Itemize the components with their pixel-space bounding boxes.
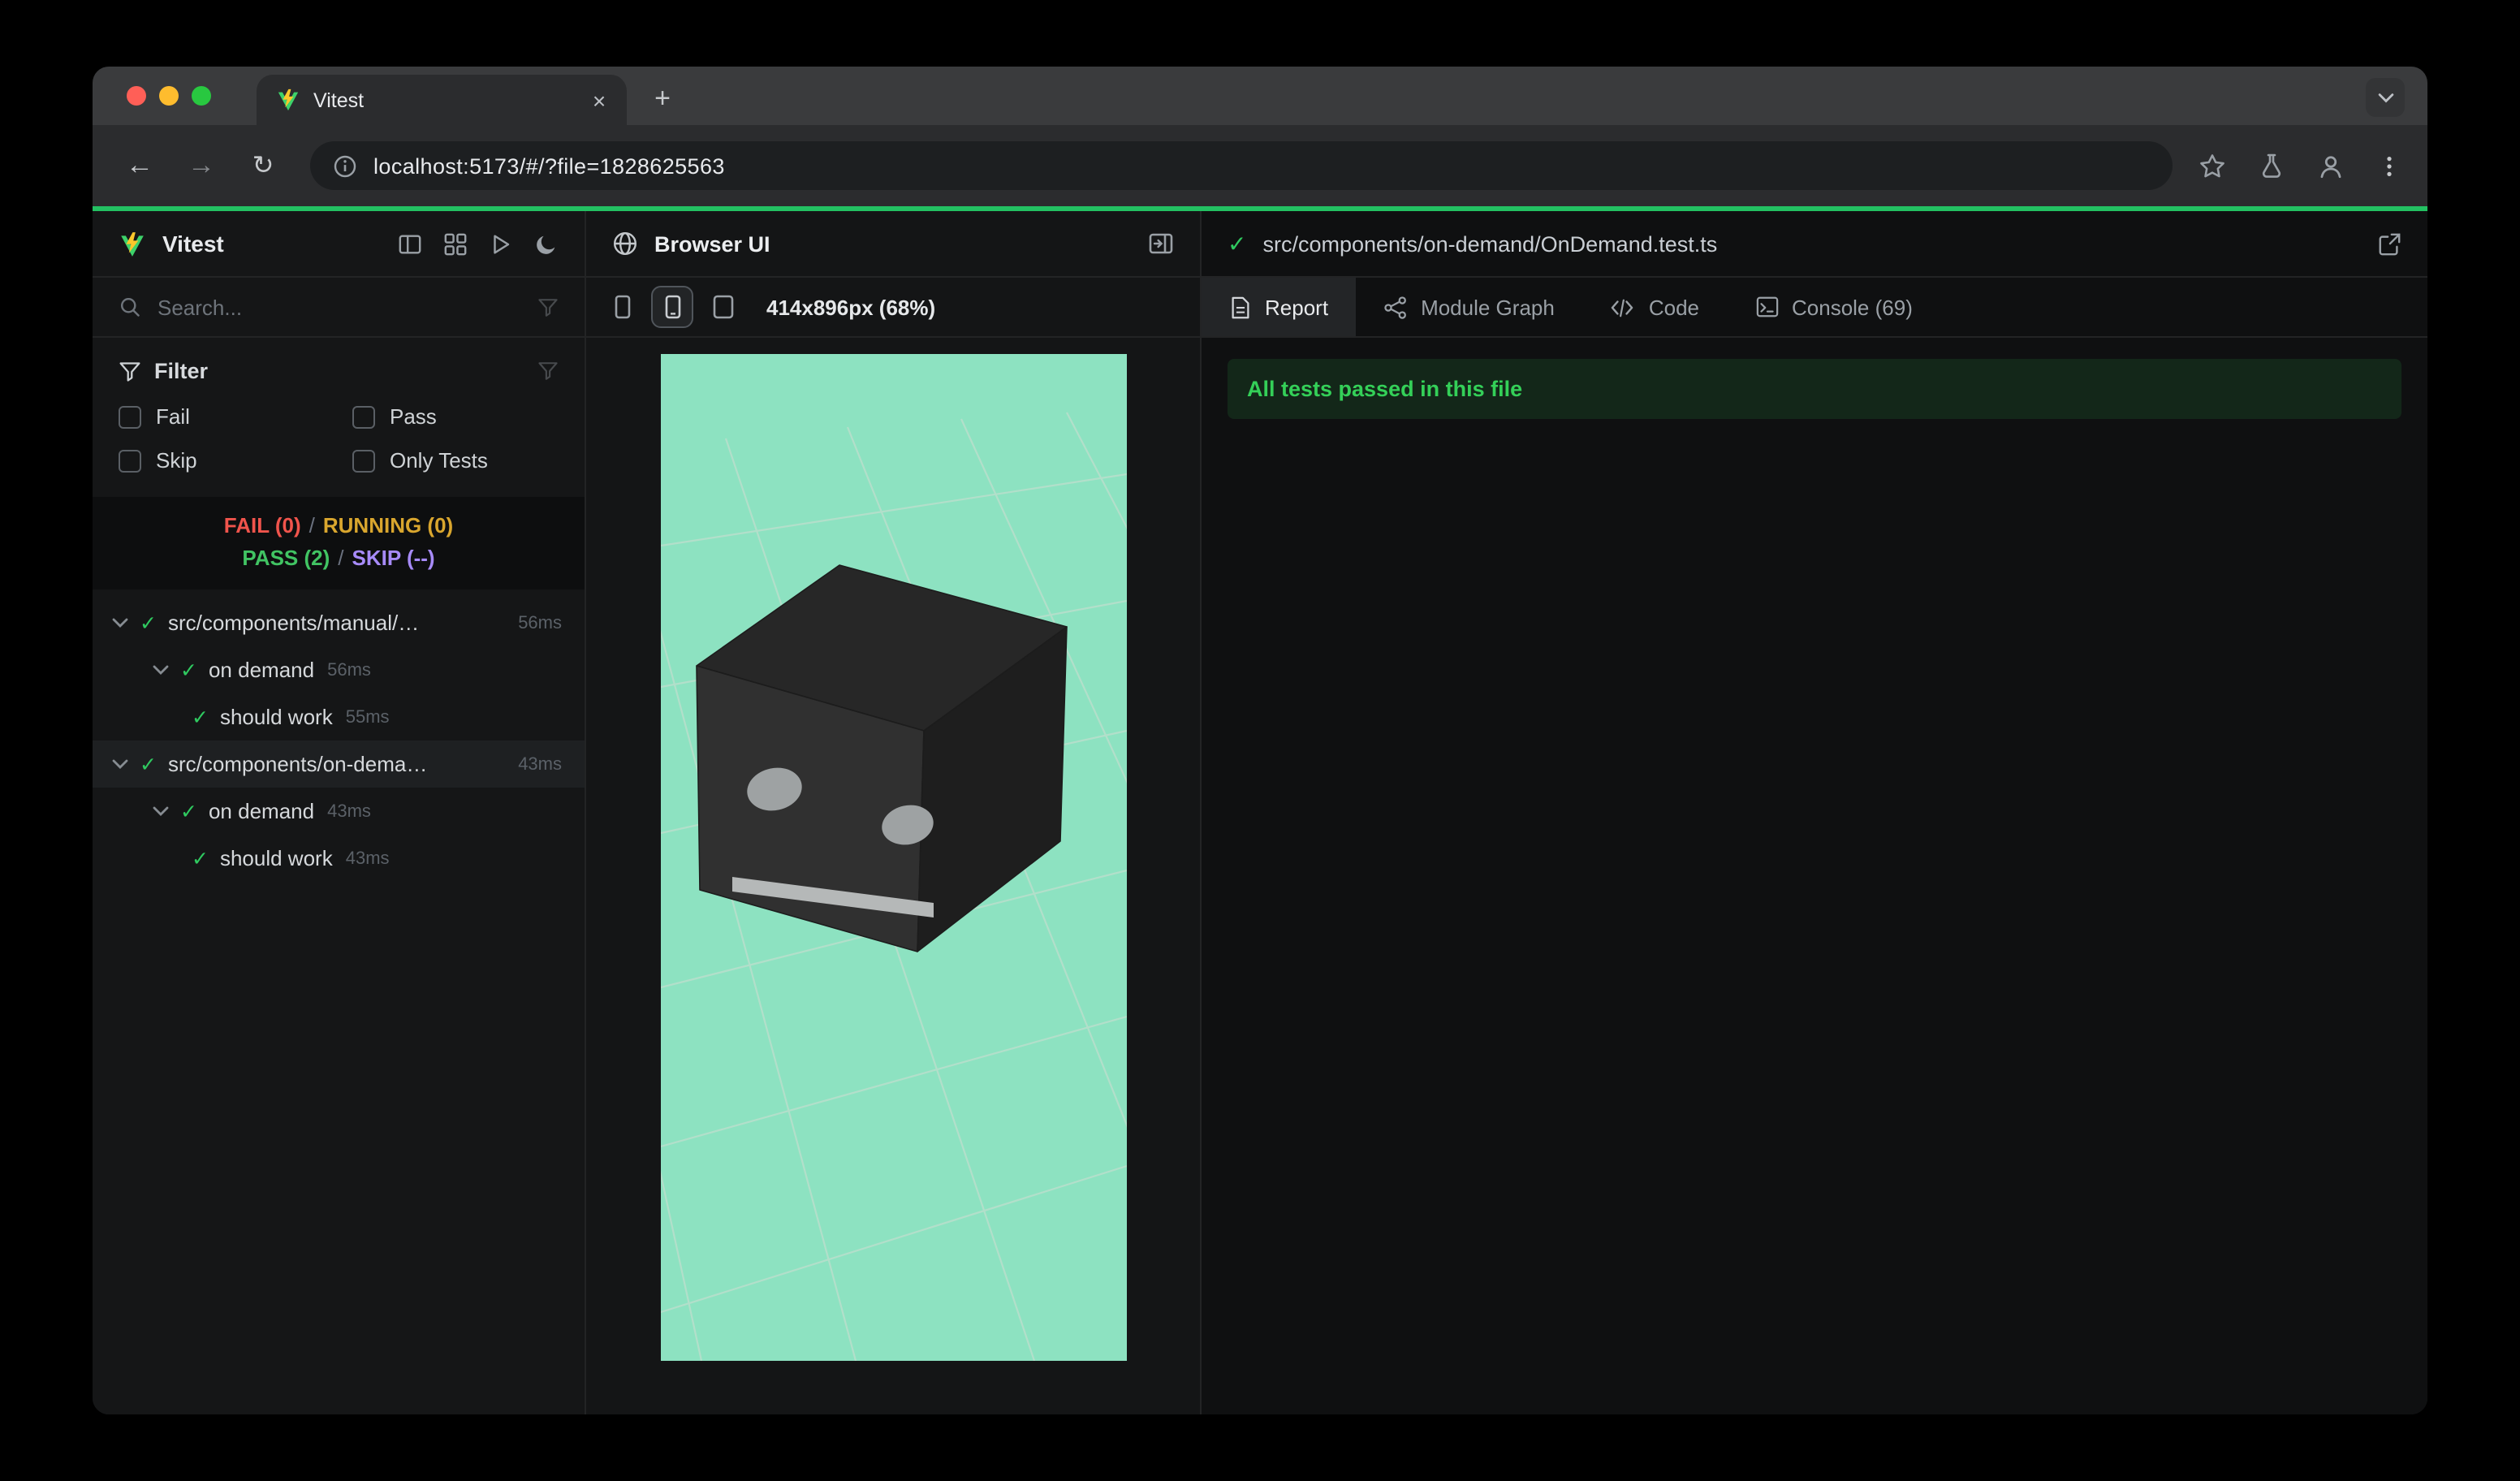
vitest-favicon-icon bbox=[276, 88, 300, 112]
browser-menu-icon[interactable] bbox=[2377, 153, 2401, 178]
browser-tab-strip: Vitest × + bbox=[93, 67, 2427, 125]
browser-tab[interactable]: Vitest × bbox=[257, 75, 627, 125]
pass-check-icon: ✓ bbox=[180, 801, 197, 823]
reload-button[interactable]: ↻ bbox=[242, 145, 284, 187]
only-tests-checkbox[interactable] bbox=[352, 449, 375, 472]
pass-check-icon: ✓ bbox=[192, 706, 209, 729]
report-file-icon bbox=[1232, 296, 1249, 318]
desktop-background: Vitest × + ← → ↻ localhost:5173/#/?file=… bbox=[0, 0, 2520, 1481]
test-suite-row[interactable]: ✓ on demand 43ms bbox=[93, 788, 585, 835]
chevron-down-icon[interactable] bbox=[153, 664, 169, 676]
summary-line-1: FAIL (0) / RUNNING (0) bbox=[223, 513, 454, 538]
search-filter-icon[interactable] bbox=[537, 296, 559, 317]
console-icon bbox=[1755, 296, 1778, 317]
summary-line-2: PASS (2) / SKIP (--) bbox=[242, 546, 435, 570]
bookmark-star-icon[interactable] bbox=[2199, 152, 2226, 179]
pass-check-icon: ✓ bbox=[192, 848, 209, 870]
module-graph-icon bbox=[1384, 296, 1406, 318]
search-bar bbox=[93, 278, 585, 338]
filter-pass[interactable]: Pass bbox=[352, 404, 559, 429]
filter-skip[interactable]: Skip bbox=[119, 448, 352, 473]
experiments-flask-icon[interactable] bbox=[2259, 153, 2285, 179]
minimize-window-button[interactable] bbox=[159, 86, 179, 106]
tab-title: Vitest bbox=[313, 89, 365, 111]
all-tests-passed-banner: All tests passed in this file bbox=[1228, 359, 2401, 419]
browser-window: Vitest × + ← → ↻ localhost:5173/#/?file=… bbox=[93, 67, 2427, 1414]
back-button[interactable]: ← bbox=[119, 145, 161, 187]
globe-icon bbox=[613, 231, 637, 256]
vitest-ui: Vitest Search... Filter Fail Pass Skip O… bbox=[93, 211, 2427, 1414]
tab-report[interactable]: Report bbox=[1202, 278, 1357, 336]
phone-device-icon bbox=[664, 295, 680, 319]
address-bar[interactable]: localhost:5173/#/?file=1828625563 bbox=[310, 141, 2173, 190]
report-header: ✓ src/components/on-demand/OnDemand.test… bbox=[1202, 211, 2427, 278]
chevron-down-icon[interactable] bbox=[112, 758, 128, 770]
filter-fail[interactable]: Fail bbox=[119, 404, 352, 429]
report-tabs: Report Module Graph Code Console (69) bbox=[1202, 278, 2427, 338]
fail-checkbox[interactable] bbox=[119, 405, 141, 428]
tab-module-graph[interactable]: Module Graph bbox=[1356, 278, 1582, 336]
filter-title: Filter bbox=[154, 359, 209, 383]
pass-check-icon: ✓ bbox=[140, 753, 157, 776]
sidebar-header: Vitest bbox=[93, 211, 585, 278]
open-in-panel-icon[interactable] bbox=[1148, 231, 1174, 257]
test-summary: FAIL (0) / RUNNING (0) PASS (2) / SKIP (--) bbox=[93, 497, 585, 589]
browser-toolbar: ← → ↻ localhost:5173/#/?file=1828625563 bbox=[93, 125, 2427, 206]
filter-panel: Filter Fail Pass Skip Only Tests bbox=[93, 338, 585, 497]
run-all-tests-icon[interactable] bbox=[489, 231, 513, 256]
code-icon bbox=[1612, 298, 1634, 317]
test-case-row[interactable]: ✓ should work 55ms bbox=[93, 693, 585, 740]
search-input[interactable] bbox=[158, 295, 521, 319]
three-d-scene bbox=[660, 354, 1126, 1361]
pass-check-icon: ✓ bbox=[140, 612, 157, 635]
close-window-button[interactable] bbox=[127, 86, 146, 106]
site-info-icon[interactable] bbox=[333, 153, 357, 178]
app-name: Vitest bbox=[162, 231, 224, 257]
filter-only-tests[interactable]: Only Tests bbox=[352, 448, 559, 473]
tab-search-button[interactable] bbox=[2366, 78, 2405, 117]
device-toolbar: 414x896px (68%) bbox=[586, 278, 1200, 338]
open-external-icon[interactable] bbox=[2377, 231, 2401, 256]
chevron-down-icon[interactable] bbox=[112, 617, 128, 628]
search-icon bbox=[120, 297, 140, 317]
test-file-path: src/components/on-demand/OnDemand.test.t… bbox=[1262, 231, 1718, 256]
pass-check-icon: ✓ bbox=[1228, 230, 1247, 256]
chevron-down-icon[interactable] bbox=[153, 805, 169, 817]
collapse-panels-icon[interactable] bbox=[398, 231, 422, 256]
test-explorer-pane: Vitest Search... Filter Fail Pass Skip O… bbox=[93, 211, 586, 1414]
tab-code[interactable]: Code bbox=[1582, 278, 1727, 336]
tested-app-viewport[interactable] bbox=[586, 338, 1200, 1414]
pass-check-icon: ✓ bbox=[180, 659, 197, 682]
phone-device-selected[interactable] bbox=[651, 286, 693, 328]
dashboard-icon[interactable] bbox=[443, 231, 468, 256]
vitest-logo-icon bbox=[119, 230, 146, 257]
tablet-device-icon[interactable] bbox=[711, 294, 736, 320]
clear-filter-icon[interactable] bbox=[537, 361, 559, 382]
filter-funnel-icon bbox=[119, 361, 140, 381]
viewport-size-label: 414x896px (68%) bbox=[766, 295, 936, 319]
test-suite-row[interactable]: ✓ on demand 56ms bbox=[93, 646, 585, 693]
window-controls bbox=[93, 67, 221, 125]
test-tree: ✓ src/components/manual/… 56ms ✓ on dema… bbox=[93, 589, 585, 1414]
profile-avatar-icon[interactable] bbox=[2317, 152, 2345, 179]
dark-mode-moon-icon[interactable] bbox=[534, 231, 559, 256]
report-pane: ✓ src/components/on-demand/OnDemand.test… bbox=[1202, 211, 2427, 1414]
browser-ui-header: Browser UI bbox=[586, 211, 1200, 278]
new-tab-button[interactable]: + bbox=[640, 76, 685, 122]
test-case-row[interactable]: ✓ should work 43ms bbox=[93, 835, 585, 882]
test-file-row[interactable]: ✓ src/components/manual/… 56ms bbox=[93, 599, 585, 646]
tab-close-icon[interactable]: × bbox=[585, 85, 614, 114]
browser-ui-pane: Browser UI 414x896px (68%) bbox=[586, 211, 1202, 1414]
tab-console[interactable]: Console (69) bbox=[1727, 278, 1940, 336]
pass-checkbox[interactable] bbox=[352, 405, 375, 428]
test-file-row-selected[interactable]: ✓ src/components/on-dema… 43ms bbox=[93, 740, 585, 788]
url-text[interactable]: localhost:5173/#/?file=1828625563 bbox=[373, 153, 725, 178]
browser-ui-title: Browser UI bbox=[654, 231, 770, 256]
forward-button[interactable]: → bbox=[180, 145, 222, 187]
zoom-window-button[interactable] bbox=[192, 86, 211, 106]
small-phone-device-icon[interactable] bbox=[612, 294, 633, 320]
chevron-down-icon bbox=[2377, 93, 2393, 102]
skip-checkbox[interactable] bbox=[119, 449, 141, 472]
